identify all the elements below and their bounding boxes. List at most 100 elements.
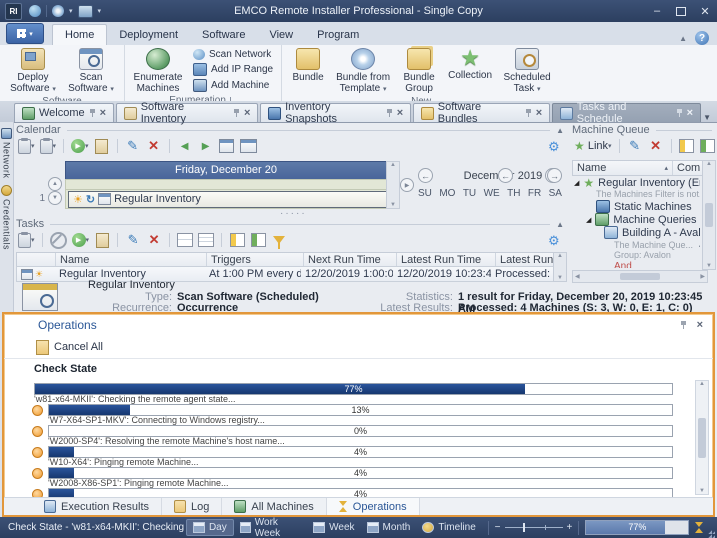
queue-vertical-scrollbar[interactable]: ▲▼ <box>702 160 716 270</box>
column-name[interactable]: Name <box>56 253 207 267</box>
tasks-settings-gear-icon[interactable]: ⚙ <box>548 233 560 249</box>
detail-view-button[interactable] <box>198 232 214 248</box>
run-task-button[interactable]: ▶▾ <box>72 232 90 248</box>
tree-item-static-machines[interactable]: Static Machines <box>574 200 700 213</box>
close-tab-icon[interactable]: × <box>100 108 106 118</box>
scroll-up-circle-icon[interactable]: ▲ <box>48 177 62 191</box>
calendar-event[interactable]: ☀ ↻ Regular Inventory <box>68 191 388 208</box>
tab-welcome[interactable]: Welcome× <box>14 103 114 122</box>
rail-tab-network[interactable]: Network <box>0 122 13 179</box>
view-week-button[interactable]: Week <box>307 520 360 535</box>
expander-icon[interactable]: ◢ <box>586 216 591 224</box>
tab-execution-results[interactable]: Execution Results <box>32 498 162 515</box>
ribbon-tab-home[interactable]: Home <box>52 24 107 45</box>
stop-task-icon[interactable] <box>50 232 67 248</box>
quick-access-dropdown-icon[interactable]: ▾ <box>98 7 102 15</box>
list-view-button[interactable] <box>177 232 193 248</box>
goto-today-button[interactable] <box>219 138 235 154</box>
application-menu-button[interactable]: ▾ <box>6 23 44 44</box>
pin-icon[interactable] <box>89 109 96 117</box>
scroll-down-circle-icon[interactable]: ▼ <box>48 191 62 205</box>
bundle-button[interactable]: Bundle <box>286 47 330 83</box>
deploy-quick-icon[interactable] <box>52 5 64 17</box>
view-mode-button[interactable] <box>240 138 257 154</box>
pin-icon[interactable] <box>676 109 683 117</box>
column-next-run-time[interactable]: Next Run Time <box>304 253 397 267</box>
pin-icon[interactable] <box>233 109 240 117</box>
view-work-week-button[interactable]: Work Week <box>234 515 307 538</box>
tab-software-bundles[interactable]: Software Bundles× <box>413 103 550 122</box>
rail-tab-credentials[interactable]: Credentials <box>0 179 13 250</box>
new-task-button[interactable]: ▾ <box>18 138 35 154</box>
new-task-button[interactable]: ▾ <box>18 232 35 248</box>
calendar-settings-gear-icon[interactable]: ⚙ <box>548 139 560 155</box>
tasks-vertical-scrollbar[interactable]: ▲▼ <box>553 252 567 282</box>
column-latest-run-result[interactable]: Latest Run Result <box>496 253 553 267</box>
run-task-button[interactable]: ▶▾ <box>71 138 89 154</box>
zoom-slider[interactable]: − + <box>495 522 573 533</box>
link-button[interactable]: ★ Link▾ <box>574 138 612 154</box>
pin-panel-icon[interactable] <box>680 321 687 329</box>
tab-software-inventory[interactable]: Software Inventory× <box>116 103 258 122</box>
machine-icon[interactable] <box>29 5 41 17</box>
bundle-from-template-button[interactable]: Bundle from Template ▾ <box>330 47 396 95</box>
collapse-tasks-icon[interactable]: ▲ <box>556 220 564 229</box>
view-day-button[interactable]: Day <box>186 519 234 536</box>
previous-day-icon[interactable]: ◀ <box>177 138 193 154</box>
expander-icon[interactable]: ◢ <box>574 179 579 187</box>
layout-2-button[interactable] <box>700 138 716 154</box>
cancel-all-button[interactable]: Cancel All <box>54 341 103 353</box>
chevron-down-icon[interactable]: ▾ <box>69 7 73 15</box>
pin-icon[interactable] <box>525 109 532 117</box>
bundle-group-button[interactable]: Bundle Group <box>396 47 442 94</box>
edit-task-icon[interactable]: ✎ <box>125 232 141 248</box>
delete-task-icon[interactable]: ✕ <box>146 232 162 248</box>
layout-1-button[interactable] <box>679 138 695 154</box>
next-day-icon[interactable]: ▶ <box>198 138 214 154</box>
tree-item-regular-inventory[interactable]: ◢ ★ Regular Inventory (Emb... <box>574 176 700 189</box>
view-timeline-button[interactable]: Timeline <box>416 520 481 535</box>
next-year-icon[interactable]: → <box>547 168 562 183</box>
scan-software-button[interactable]: Scan Software ▾ <box>62 47 120 95</box>
ribbon-tab-view[interactable]: View <box>257 25 305 45</box>
close-tab-icon[interactable]: × <box>244 108 250 118</box>
queue-column-comment[interactable]: Com <box>673 161 703 175</box>
navigator-collapse-icon[interactable]: ▶ <box>400 178 414 192</box>
tab-inventory-snapshots[interactable]: Inventory Snapshots× <box>260 103 411 122</box>
close-tab-icon[interactable]: × <box>536 108 542 118</box>
enumerate-machines-button[interactable]: Enumerate Machines <box>129 47 187 94</box>
view-month-button[interactable]: Month <box>361 520 417 535</box>
pin-icon[interactable] <box>386 109 393 117</box>
calendar-day-header[interactable]: Friday, December 20 <box>65 161 387 180</box>
delete-queue-icon[interactable]: ✕ <box>648 138 664 154</box>
ribbon-tab-program[interactable]: Program <box>305 25 371 45</box>
calendar-hour-row[interactable]: ☀ ↻ Regular Inventory <box>65 189 391 209</box>
collapse-calendar-icon[interactable]: ▲ <box>556 126 564 135</box>
tab-log[interactable]: Log <box>162 498 222 515</box>
close-tab-icon[interactable]: × <box>397 108 403 118</box>
delete-task-icon[interactable]: ✕ <box>146 138 162 154</box>
tree-item-building-a[interactable]: Building A - Aval... <box>574 226 700 239</box>
task-report-button[interactable] <box>94 138 110 154</box>
ribbon-tab-deployment[interactable]: Deployment <box>107 25 190 45</box>
help-icon[interactable]: ? <box>695 31 709 45</box>
close-tab-icon[interactable]: × <box>687 108 693 118</box>
scheduled-task-button[interactable]: Scheduled Task ▾ <box>498 47 556 95</box>
calendar-vertical-scrollbar[interactable]: ▲▼ <box>386 161 400 209</box>
tab-operations[interactable]: Operations <box>327 498 420 515</box>
add-ip-range-button[interactable]: Add IP Range <box>193 63 273 76</box>
scan-network-button[interactable]: Scan Network <box>193 49 273 60</box>
edit-task-icon[interactable]: ✎ <box>125 138 141 154</box>
close-button[interactable]: ✕ <box>693 2 717 20</box>
resize-grip[interactable] <box>708 530 715 538</box>
queue-horizontal-scrollbar[interactable]: ◀▶ <box>572 270 708 283</box>
preview-pane-button[interactable] <box>229 232 245 248</box>
maximize-button[interactable] <box>669 2 693 20</box>
deploy-software-button[interactable]: Deploy Software ▾ <box>4 47 62 95</box>
column-triggers[interactable]: Triggers <box>207 253 304 267</box>
close-panel-icon[interactable]: × <box>697 320 703 330</box>
zoom-out-icon[interactable]: − <box>495 522 501 533</box>
collapse-note-icon[interactable]: ▴ <box>699 241 700 249</box>
column-latest-run-time[interactable]: Latest Run Time <box>397 253 496 267</box>
tab-tasks-and-schedule[interactable]: Tasks and Schedule× <box>552 103 701 122</box>
